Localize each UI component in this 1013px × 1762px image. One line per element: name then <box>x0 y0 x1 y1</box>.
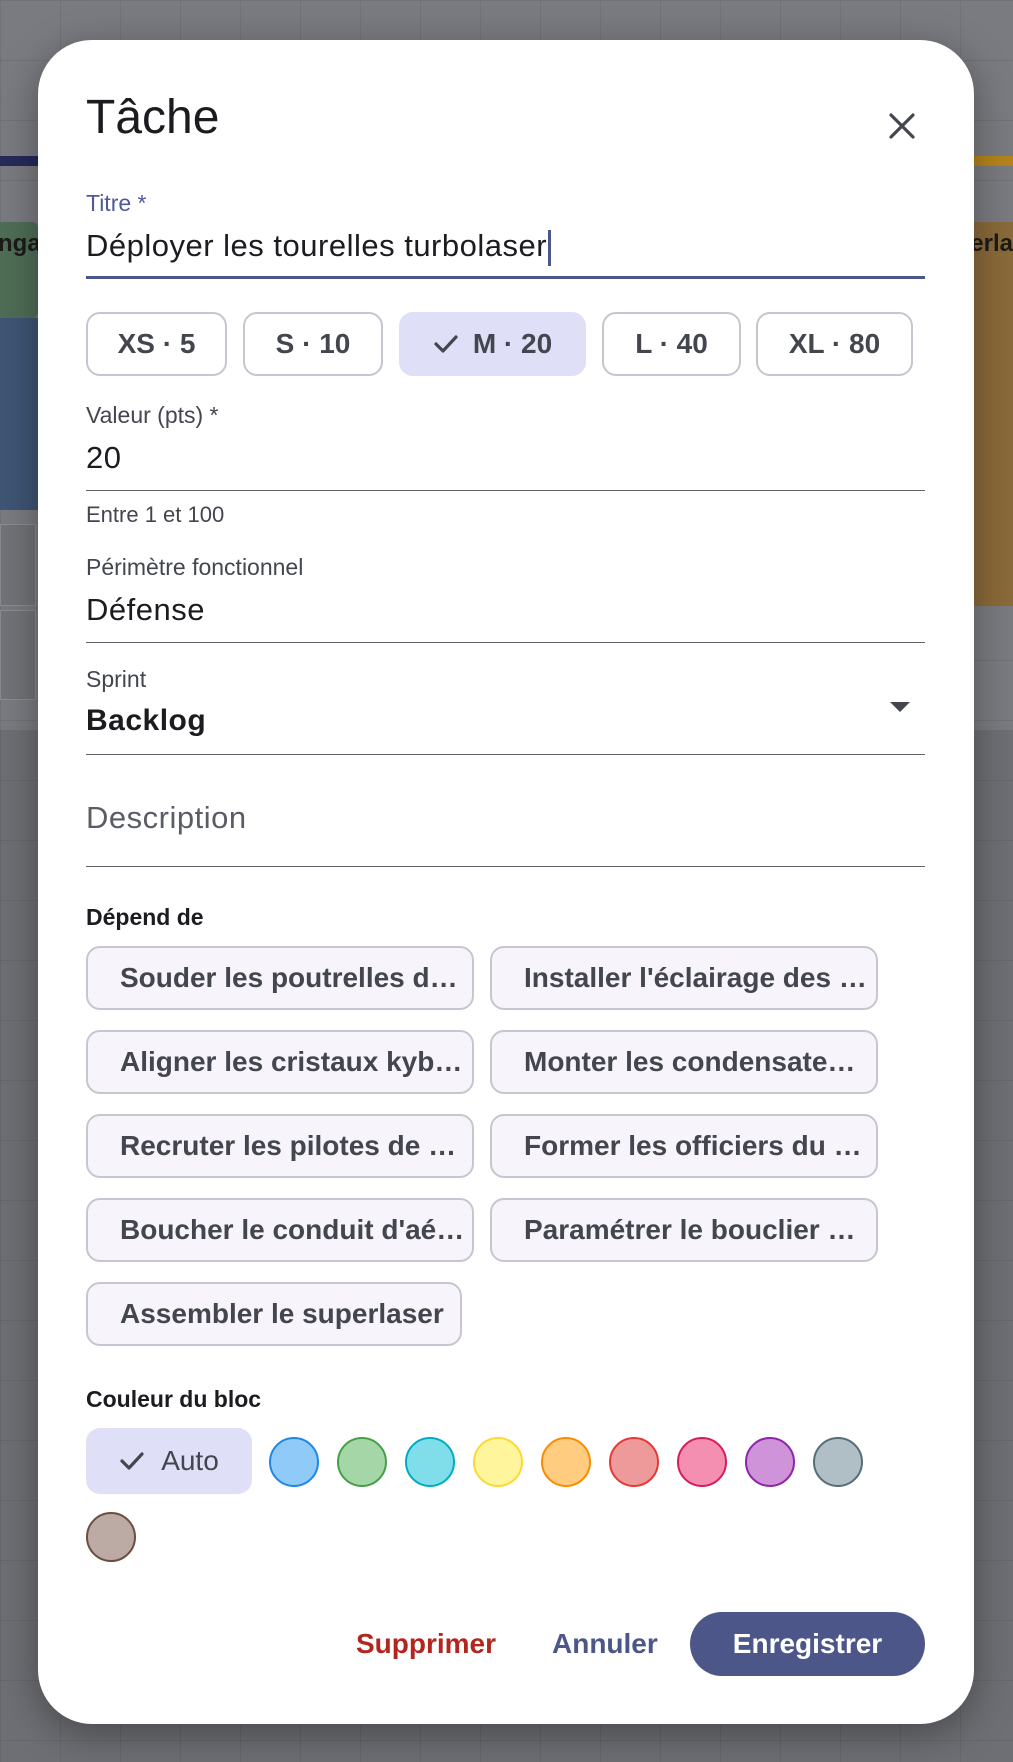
color-auto-chip[interactable]: Auto <box>86 1428 252 1494</box>
color-swatch-yellow[interactable] <box>473 1437 523 1487</box>
dependency-chip-label: Monter les condensate… <box>524 1046 856 1077</box>
dependency-chip-label: Paramétrer le bouclier … <box>524 1214 856 1245</box>
close-icon <box>889 113 915 139</box>
dependency-chip-label: Assembler le superlaser <box>120 1298 444 1329</box>
value-field-underline <box>86 490 925 491</box>
dependency-chip[interactable]: Boucher le conduit d'aé… <box>86 1198 474 1262</box>
dependency-chip-label: Installer l'éclairage des … <box>524 962 867 993</box>
size-chip-xl[interactable]: XL · 80 <box>756 312 913 376</box>
title-field-underline <box>86 276 925 279</box>
dependency-chip[interactable]: Souder les poutrelles d… <box>86 946 474 1010</box>
block-color-title: Couleur du bloc <box>86 1386 262 1412</box>
value-field-label: Valeur (pts) * <box>86 402 219 428</box>
color-swatch-purple[interactable] <box>745 1437 795 1487</box>
background-card <box>0 318 38 510</box>
dropdown-arrow-icon[interactable] <box>888 700 912 714</box>
title-field-label: Titre * <box>86 190 147 216</box>
size-chip-label: S · 10 <box>275 328 351 359</box>
check-icon <box>434 335 458 353</box>
size-chip-label: L · 40 <box>635 328 708 359</box>
size-chip-l[interactable]: L · 40 <box>602 312 741 376</box>
dependency-chip[interactable]: Paramétrer le bouclier … <box>490 1198 878 1262</box>
size-chip-label: XS · 5 <box>117 328 196 359</box>
title-field-value: Déployer les tourelles turbolaser <box>86 228 548 263</box>
sprint-field-label: Sprint <box>86 666 147 692</box>
description-field[interactable]: Description <box>86 800 247 836</box>
color-swatch-green[interactable] <box>337 1437 387 1487</box>
scope-field-underline <box>86 642 925 643</box>
title-field[interactable]: Déployer les tourelles turbolaser <box>86 228 552 266</box>
color-swatch-blue-grey[interactable] <box>813 1437 863 1487</box>
size-chip-xs[interactable]: XS · 5 <box>86 312 227 376</box>
dependency-chip[interactable]: Former les officiers du … <box>490 1114 878 1178</box>
background-card-label: erla <box>970 230 1013 257</box>
background-card <box>0 524 36 606</box>
description-field-underline <box>86 866 925 867</box>
delete-button[interactable]: Supprimer <box>356 1628 496 1660</box>
dependency-chip-label: Aligner les cristaux kyb… <box>120 1046 463 1077</box>
background-card <box>973 222 1013 606</box>
background-stripe <box>0 156 40 166</box>
sprint-select[interactable]: Backlog <box>86 704 206 738</box>
dialog-title: Tâche <box>86 91 220 144</box>
cancel-button[interactable]: Annuler <box>552 1628 658 1660</box>
text-caret <box>548 229 552 266</box>
color-auto-label: Auto <box>161 1445 219 1476</box>
color-swatch-orange[interactable] <box>541 1437 591 1487</box>
dependency-chip[interactable]: Recruter les pilotes de … <box>86 1114 474 1178</box>
scope-field-label: Périmètre fonctionnel <box>86 554 304 580</box>
color-swatch-cyan[interactable] <box>405 1437 455 1487</box>
scope-field[interactable]: Défense <box>86 592 205 628</box>
dependency-chip-label: Former les officiers du … <box>524 1130 862 1161</box>
dependencies-title: Dépend de <box>86 904 204 930</box>
dependency-chip[interactable]: Aligner les cristaux kyb… <box>86 1030 474 1094</box>
sprint-field-underline <box>86 754 925 755</box>
dependency-chip-label: Recruter les pilotes de … <box>120 1130 457 1161</box>
size-chip-s[interactable]: S · 10 <box>243 312 383 376</box>
save-button[interactable]: Enregistrer <box>690 1612 925 1676</box>
dependency-chip-label: Souder les poutrelles d… <box>120 962 458 993</box>
background-card-label: nga <box>0 230 41 257</box>
value-field-helper: Entre 1 et 100 <box>86 502 225 527</box>
save-button-label: Enregistrer <box>732 1628 883 1659</box>
value-field[interactable]: 20 <box>86 440 121 476</box>
size-chip-label: XL · 80 <box>788 328 881 359</box>
color-swatch-red[interactable] <box>609 1437 659 1487</box>
close-button[interactable] <box>880 104 924 148</box>
color-swatch-pink[interactable] <box>677 1437 727 1487</box>
check-icon <box>120 1452 144 1470</box>
size-chip-label: M · 20 <box>472 328 553 359</box>
dependency-chip[interactable]: Monter les condensate… <box>490 1030 878 1094</box>
color-swatch-blue[interactable] <box>269 1437 319 1487</box>
dependency-chip[interactable]: Assembler le superlaser <box>86 1282 462 1346</box>
dependency-chip-label: Boucher le conduit d'aé… <box>120 1214 465 1245</box>
color-swatch-brown[interactable] <box>86 1512 136 1562</box>
dependency-chip[interactable]: Installer l'éclairage des … <box>490 946 878 1010</box>
background-stripe <box>973 156 1013 166</box>
size-chip-m[interactable]: M · 20 <box>399 312 586 376</box>
task-dialog: Tâche Titre * Déployer les tourelles tur… <box>38 40 974 1724</box>
background-card <box>0 610 36 700</box>
